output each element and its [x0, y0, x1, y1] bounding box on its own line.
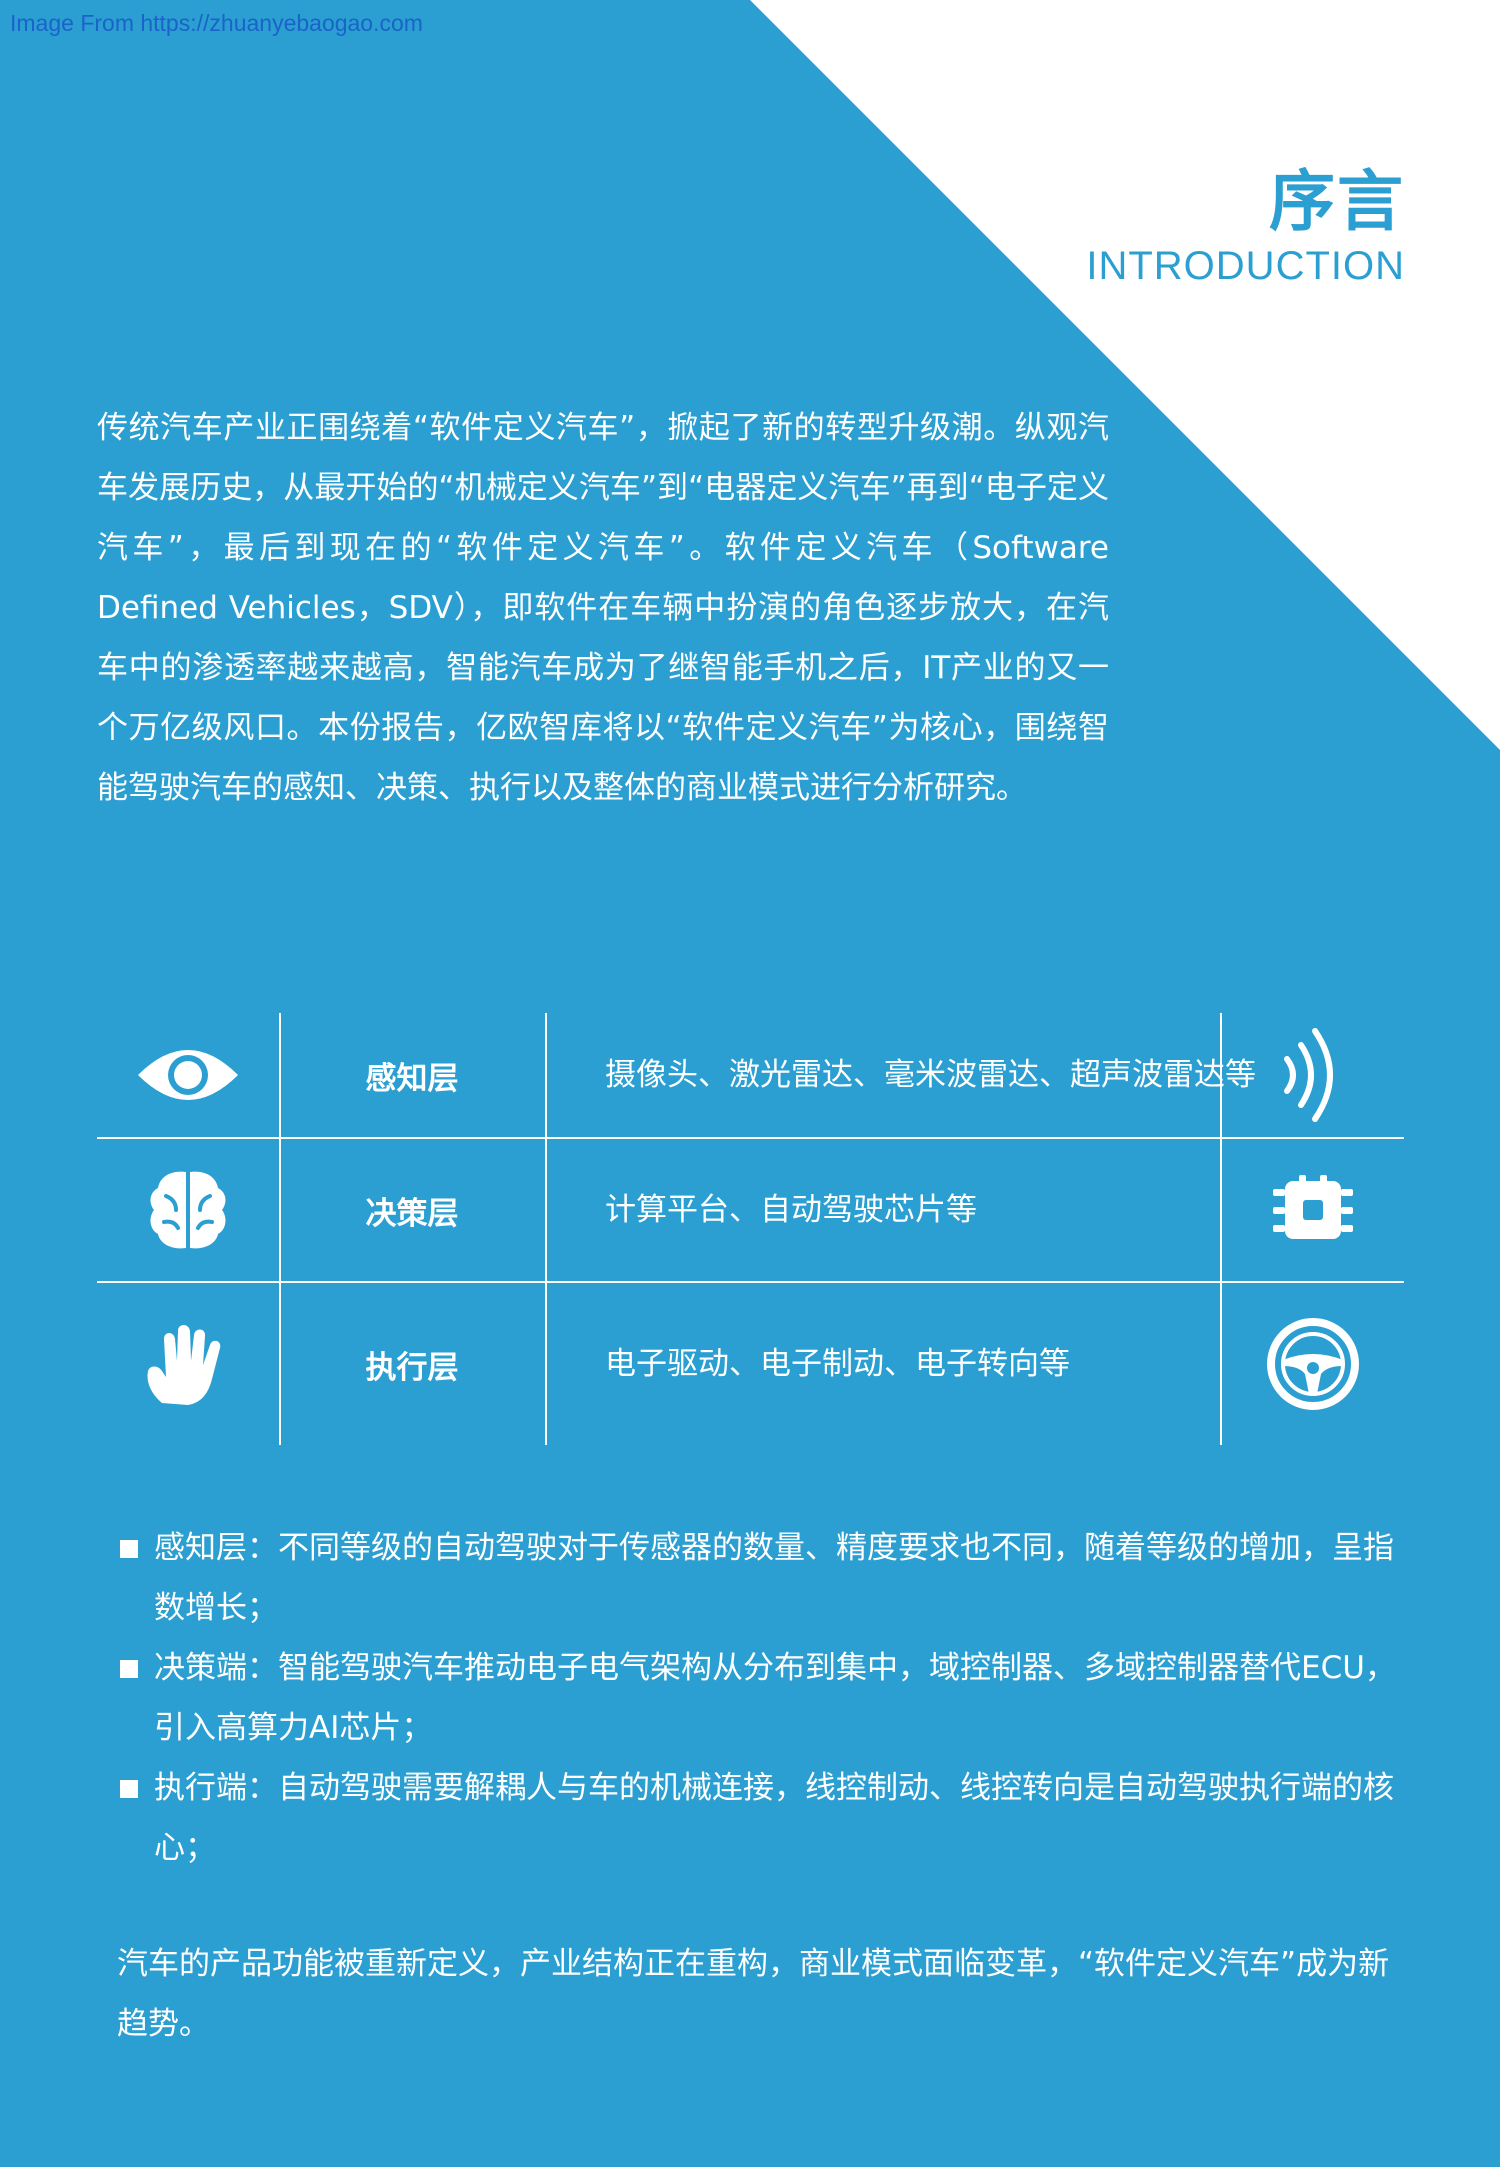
layer-desc: 电子驱动、电子制动、电子转向等 — [605, 1346, 1070, 1382]
layer-name: 执行层 — [365, 1349, 459, 1386]
bullet-square-icon — [120, 1540, 138, 1558]
hand-icon — [97, 1283, 279, 1445]
bullet-square-icon — [120, 1780, 138, 1798]
key-points-list: 感知层：不同等级的自动驾驶对于传感器的数量、精度要求也不同，随着等级的增加，呈指… — [120, 1518, 1402, 1878]
table-row: 决策层 计算平台、自动驾驶芯片等 — [97, 1139, 1404, 1281]
list-item-text: 感知层：不同等级的自动驾驶对于传感器的数量、精度要求也不同，随着等级的增加，呈指… — [154, 1530, 1394, 1626]
intro-paragraph: 传统汽车产业正围绕着“软件定义汽车”，掀起了新的转型升级潮。纵观汽车发展历史，从… — [97, 410, 1109, 806]
brain-icon — [97, 1139, 279, 1281]
layer-desc: 摄像头、激光雷达、毫米波雷达、超声波雷达等 — [605, 1057, 1256, 1093]
page-title: 序言 — [1269, 163, 1405, 240]
page-subtitle: INTRODUCTION — [1086, 244, 1405, 288]
eye-icon — [97, 1013, 279, 1137]
list-item: 感知层：不同等级的自动驾驶对于传感器的数量、精度要求也不同，随着等级的增加，呈指… — [120, 1518, 1402, 1638]
layers-table: 感知层 摄像头、激光雷达、毫米波雷达、超声波雷达等 决策层 计算平台、自动驾驶芯… — [97, 1013, 1404, 1445]
chip-icon — [1222, 1139, 1404, 1281]
list-item: 决策端：智能驾驶汽车推动电子电气架构从分布到集中，域控制器、多域控制器替代ECU… — [120, 1638, 1402, 1758]
steering-wheel-icon — [1222, 1283, 1404, 1445]
table-row: 执行层 电子驱动、电子制动、电子转向等 — [97, 1283, 1404, 1445]
layer-name: 决策层 — [365, 1195, 459, 1232]
list-item: 执行端：自动驾驶需要解耦人与车的机械连接，线控制动、线控转向是自动驾驶执行端的核… — [120, 1758, 1402, 1878]
layer-desc: 计算平台、自动驾驶芯片等 — [605, 1192, 977, 1228]
signal-waves-icon — [1222, 1013, 1404, 1137]
layer-name: 感知层 — [365, 1060, 459, 1097]
list-item-text: 执行端：自动驾驶需要解耦人与车的机械连接，线控制动、线控转向是自动驾驶执行端的核… — [154, 1770, 1394, 1866]
watermark-text[interactable]: Image From https://zhuanyebaogao.com — [10, 10, 423, 37]
list-item-text: 决策端：智能驾驶汽车推动电子电气架构从分布到集中，域控制器、多域控制器替代ECU… — [154, 1650, 1396, 1746]
table-row: 感知层 摄像头、激光雷达、毫米波雷达、超声波雷达等 — [97, 1013, 1404, 1137]
bullet-square-icon — [120, 1660, 138, 1678]
closing-paragraph: 汽车的产品功能被重新定义，产业结构正在重构，商业模式面临变革，“软件定义汽车”成… — [117, 1946, 1390, 2042]
